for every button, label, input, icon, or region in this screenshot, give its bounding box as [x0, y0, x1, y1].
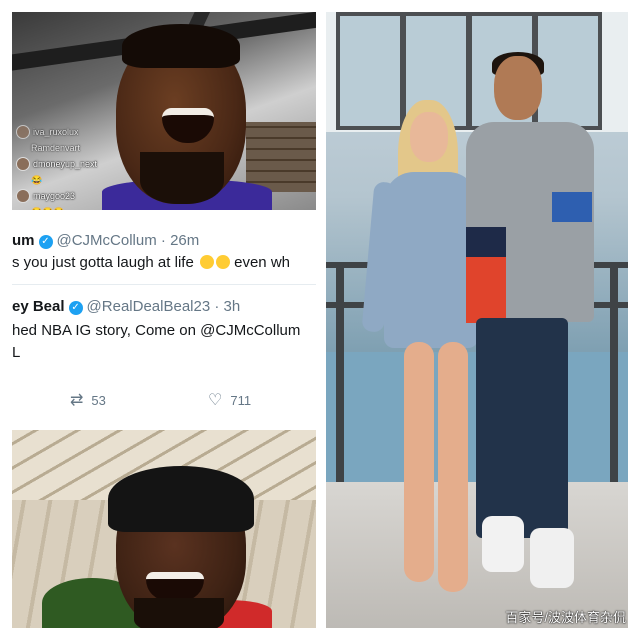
- heart-icon: ♡: [208, 392, 223, 409]
- window: [534, 12, 602, 130]
- shirt-stripe: [466, 227, 506, 259]
- couple-photo: [326, 12, 628, 628]
- avatar: [16, 125, 30, 139]
- retweet-count: 53: [91, 392, 106, 408]
- window: [336, 12, 404, 130]
- comment-text: 😂: [31, 174, 43, 185]
- rofl-emoji-icon: [199, 255, 214, 269]
- tweets-panel: um ✓ @CJMcCollum · 26m s you just gotta la…: [12, 210, 316, 422]
- like-button[interactable]: ♡ 711: [208, 390, 251, 410]
- shirt-stripe: [466, 257, 506, 323]
- tweet-author-name[interactable]: um: [12, 232, 35, 249]
- man-face: [494, 56, 542, 120]
- live-comment: 😂: [16, 172, 166, 188]
- tweet-text-tail: even wh: [234, 254, 290, 271]
- live-video-bottom: [12, 430, 316, 628]
- rofl-emoji-icon: [215, 255, 230, 269]
- comment-user: maygoo23: [33, 191, 76, 201]
- tweet-time[interactable]: · 3h: [214, 298, 240, 315]
- tweet-text: s you just gotta laugh at life even wh: [12, 254, 290, 271]
- tweet-time[interactable]: · 26m: [161, 232, 199, 249]
- sneaker: [482, 516, 524, 572]
- verified-icon: ✓: [38, 235, 53, 249]
- retweet-button[interactable]: ⇄ 53: [70, 390, 106, 410]
- verified-icon: ✓: [68, 301, 83, 315]
- brick-wall: [246, 122, 316, 192]
- tweet-header: ey Beal ✓ @RealDealBeal23 · 3h: [12, 298, 240, 315]
- live-comment: Ramdenvart: [16, 140, 166, 156]
- divider: [12, 284, 316, 285]
- woman-leg: [404, 342, 434, 582]
- avatar: [16, 157, 30, 171]
- man-jeans: [476, 318, 568, 538]
- beard: [134, 598, 224, 628]
- sneaker: [530, 528, 574, 588]
- tweet-text-line1: hed NBA IG story, Come on @CJMcCollum: [12, 322, 301, 339]
- live-comment: maygoo23: [16, 188, 166, 204]
- tweet-text-line2: L: [12, 344, 21, 361]
- shirt-sleeve-stripe: [552, 192, 592, 222]
- live-comment: iva_ruxolux: [16, 124, 166, 140]
- live-video-top: iva_ruxolux Ramdenvart dmoneyup_next 😂 m…: [12, 12, 316, 210]
- avatar: [16, 189, 30, 203]
- tweet-header: um ✓ @CJMcCollum · 26m: [12, 232, 199, 249]
- woman-leg: [438, 342, 468, 592]
- like-count: 711: [230, 392, 252, 408]
- comment-user: iva_ruxolux: [33, 127, 79, 137]
- tweet-handle[interactable]: @CJMcCollum: [57, 232, 157, 249]
- comment-user: Ramdenvart: [31, 143, 81, 153]
- smiling-mouth: [146, 572, 204, 601]
- watermark: 百家号/波波体育杂侃: [505, 610, 626, 625]
- tweet-text-main: s you just gotta laugh at life: [12, 254, 194, 271]
- retweet-icon: ⇄: [70, 392, 84, 409]
- comment-user: dmoneyup_next: [33, 159, 98, 169]
- beanie: [108, 466, 254, 532]
- hair: [122, 24, 240, 68]
- tweet-handle[interactable]: @RealDealBeal23: [87, 298, 211, 315]
- tweet-author-name[interactable]: ey Beal: [12, 298, 65, 315]
- live-comment: dmoneyup_next: [16, 156, 166, 172]
- tweet-actions: ⇄ 53 ♡ 711: [12, 386, 316, 412]
- woman-dress: [384, 172, 478, 348]
- live-comments: iva_ruxolux Ramdenvart dmoneyup_next 😂 m…: [16, 124, 166, 210]
- woman-face: [410, 112, 448, 162]
